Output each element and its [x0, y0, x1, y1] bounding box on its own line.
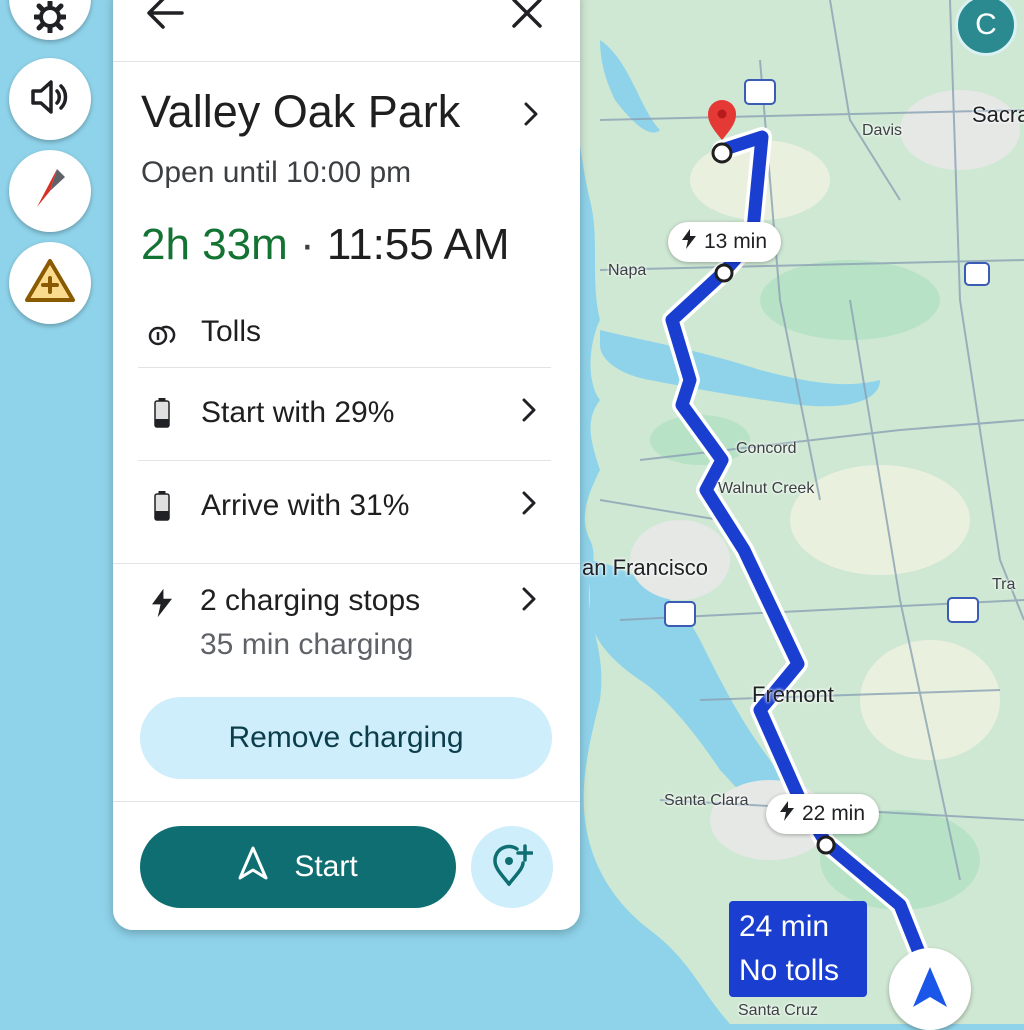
bubble-time: 22 min — [802, 802, 866, 825]
chevron-right-icon — [524, 102, 538, 126]
charging-stops-label: 2 charging stops — [200, 584, 421, 617]
arrive-battery-row[interactable]: Arrive with 31% — [138, 463, 551, 551]
tolls-label: Tolls — [201, 315, 262, 348]
route-summary-box[interactable]: 24 min No tolls — [729, 901, 867, 997]
destination-title[interactable]: Valley Oak Park — [141, 86, 460, 138]
close-button[interactable] — [511, 0, 547, 33]
add-stop-button[interactable] — [471, 826, 553, 908]
remove-charging-button[interactable]: Remove charging — [140, 697, 552, 779]
warning-add-icon — [24, 258, 76, 309]
lightning-icon — [152, 588, 172, 623]
bubble-time: 13 min — [704, 230, 768, 253]
route-summary-tolls: No tolls — [739, 954, 840, 987]
route-summary-time: 24 min — [739, 910, 830, 943]
section-divider — [113, 801, 580, 802]
map-label-tracy: Tra — [992, 576, 1016, 593]
map-label-fremont: Fremont — [752, 682, 834, 707]
map-label-santa-clara: Santa Clara — [664, 792, 749, 809]
close-icon — [511, 0, 543, 33]
arrival-time: 11:55 AM — [326, 220, 510, 269]
eta-row: 2h 33m · 11:55 AM — [141, 220, 510, 270]
map-label-walnut-creek: Walnut Creek — [718, 480, 815, 497]
row-divider — [138, 460, 551, 461]
start-battery-row[interactable]: Start with 29% — [138, 370, 551, 458]
lightning-icon — [682, 229, 696, 255]
charging-stop-bubble-south[interactable]: 22 min — [766, 794, 880, 834]
chevron-right-icon — [514, 488, 544, 518]
chevron-right-icon — [514, 395, 544, 425]
speaker-icon — [31, 79, 69, 119]
start-navigation-button[interactable]: Start — [140, 826, 456, 908]
lightning-icon — [780, 801, 794, 827]
route-details-card: Valley Oak Park Open until 10:00 pm 2h 3… — [113, 0, 580, 930]
map-label-concord: Concord — [736, 440, 797, 457]
add-location-icon — [491, 843, 534, 891]
map-label-santa-cruz: Santa Cruz — [738, 1002, 819, 1019]
audio-button[interactable] — [9, 58, 91, 140]
map-label-davis: Davis — [862, 122, 903, 139]
gear-icon — [32, 0, 68, 38]
report-incident-button[interactable] — [9, 242, 91, 324]
navigation-arrow-icon — [238, 846, 268, 888]
section-divider — [113, 563, 580, 564]
map-label-san-francisco: an Francisco — [582, 555, 708, 580]
eta-separator: · — [300, 220, 315, 269]
header-divider — [113, 61, 580, 62]
start-battery-label: Start with 29% — [201, 396, 395, 429]
destination-details-chevron[interactable] — [516, 99, 546, 129]
current-location-button[interactable] — [889, 948, 971, 1030]
map-label-napa: Napa — [608, 262, 647, 279]
toll-icon — [148, 322, 178, 351]
charging-stop-bubble-north[interactable]: 13 min — [668, 222, 782, 262]
avatar-letter: C — [975, 8, 997, 41]
back-arrow-icon — [146, 0, 184, 34]
map-label-sacramento: Sacra — [972, 102, 1024, 127]
arrive-battery-label: Arrive with 31% — [201, 489, 410, 522]
battery-icon — [154, 398, 170, 433]
compass-icon — [35, 168, 65, 214]
navigation-arrow-icon — [913, 966, 947, 1012]
opening-hours: Open until 10:00 pm — [141, 156, 412, 189]
back-button[interactable] — [146, 0, 186, 36]
charging-time-label: 35 min charging — [200, 628, 414, 661]
chevron-right-icon — [514, 584, 544, 614]
start-label: Start — [294, 850, 358, 883]
row-divider — [138, 367, 551, 368]
battery-icon — [154, 491, 170, 526]
charging-stops-row[interactable]: 2 charging stops 35 min charging — [138, 570, 551, 680]
compass-button[interactable] — [9, 150, 91, 232]
trip-duration: 2h 33m — [141, 220, 288, 269]
